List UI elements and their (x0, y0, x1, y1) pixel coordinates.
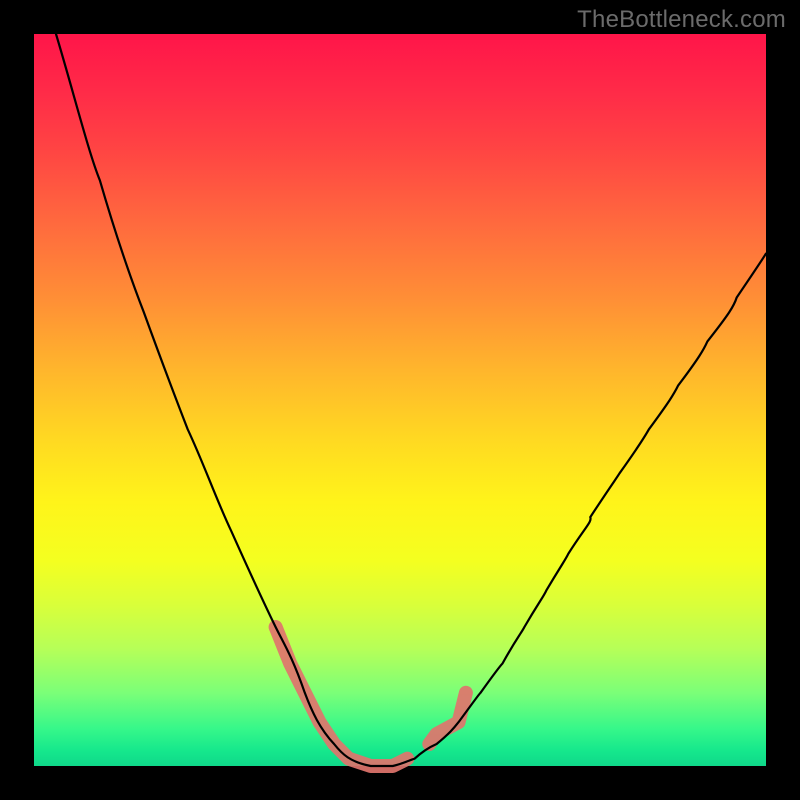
chart-frame: TheBottleneck.com (0, 0, 800, 800)
plot-area (34, 34, 766, 766)
curve-highlight-trough (276, 627, 408, 766)
attribution-watermark: TheBottleneck.com (577, 6, 786, 34)
bottleneck-curve (56, 34, 766, 766)
bottleneck-curve-svg (34, 34, 766, 766)
